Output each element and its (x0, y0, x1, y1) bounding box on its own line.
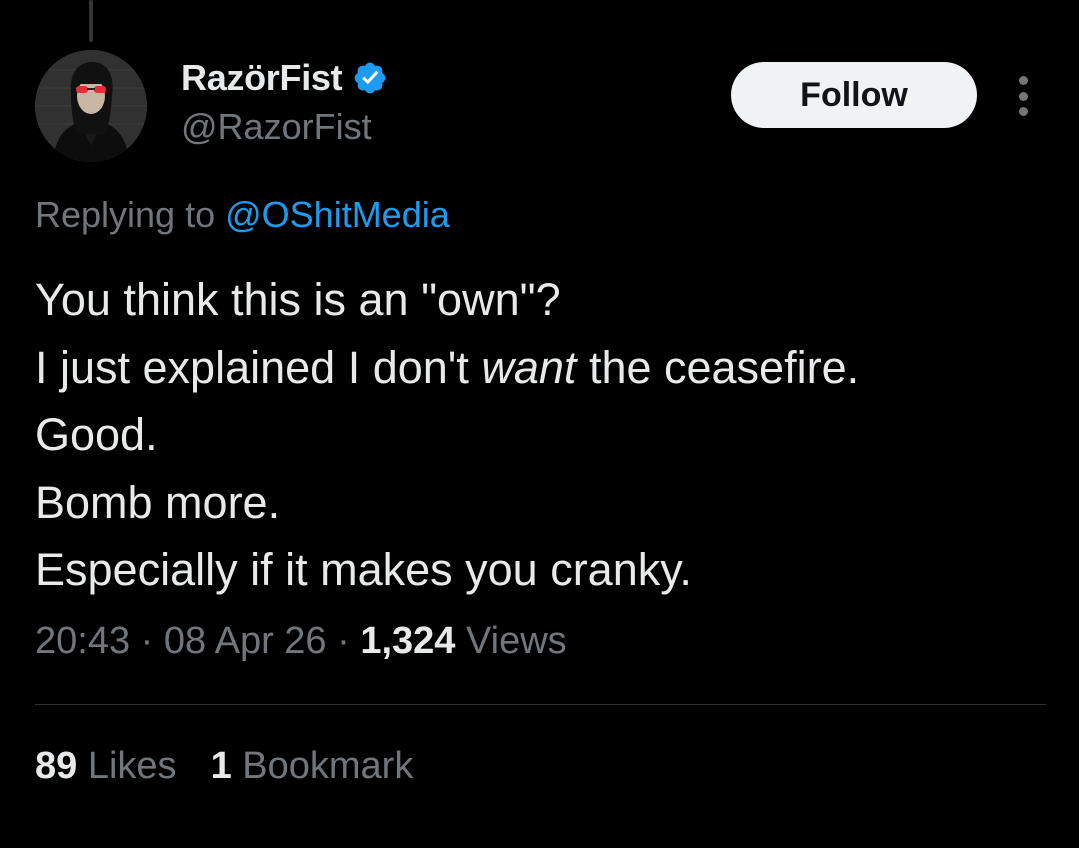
tweet-line-2-end: the ceasefire. (576, 341, 860, 393)
author-handle[interactable]: @RazorFist (181, 106, 372, 148)
tweet-line-2-start: I just explained I don't (35, 341, 482, 393)
verified-badge-icon[interactable] (352, 60, 388, 96)
tweet-line-3: Good. (35, 409, 158, 460)
likes-label: Likes (77, 745, 177, 787)
tweet-date[interactable]: 08 Apr 26 (164, 620, 327, 662)
more-vertical-icon[interactable] (1007, 76, 1039, 116)
more-dot (1018, 91, 1028, 101)
tweet-line-5: Especially if it makes you cranky. (35, 544, 692, 595)
avatar[interactable] (35, 50, 147, 162)
meta-separator: · (326, 620, 361, 662)
display-name[interactable]: RazörFist (181, 57, 343, 99)
tweet-line-2: I just explained I don't want the ceasef… (35, 334, 1045, 402)
more-dot (1018, 76, 1028, 85)
engagement-stats: 89 Likes 1 Bookmark (35, 745, 413, 788)
tweet-text: You think this is an "own"? I just expla… (35, 266, 1045, 604)
tweet-timestamp[interactable]: 20:43 (35, 620, 130, 662)
tweet-line-1: You think this is an "own"? (35, 274, 561, 325)
tweet-metadata: 20:43 · 08 Apr 26 · 1,324 Views (35, 620, 567, 663)
profile-photo-avatar (35, 50, 147, 162)
replying-to-label: Replying to (35, 194, 226, 235)
follow-button[interactable]: Follow (731, 62, 977, 128)
tweet-line-4: Bomb more. (35, 476, 281, 528)
thread-connector-line (89, 0, 93, 42)
views-count[interactable]: 1,324 (360, 620, 455, 662)
views-label[interactable]: Views (455, 620, 567, 662)
divider (35, 704, 1046, 705)
bookmarks-label: Bookmark (231, 745, 414, 787)
likes-count: 89 (35, 745, 78, 787)
meta-separator: · (130, 620, 164, 662)
bookmarks-stat[interactable]: 1 Bookmark (211, 745, 414, 788)
likes-stat[interactable]: 89 Likes (35, 745, 177, 788)
author-name-row: RazörFist (181, 56, 388, 100)
replying-to-line: Replying to @OShitMedia (35, 194, 450, 236)
more-dot (1018, 107, 1028, 116)
bookmarks-count: 1 (210, 745, 232, 787)
tweet-emphasis: want (481, 341, 577, 393)
reply-mention-link[interactable]: @OShitMedia (225, 194, 450, 235)
